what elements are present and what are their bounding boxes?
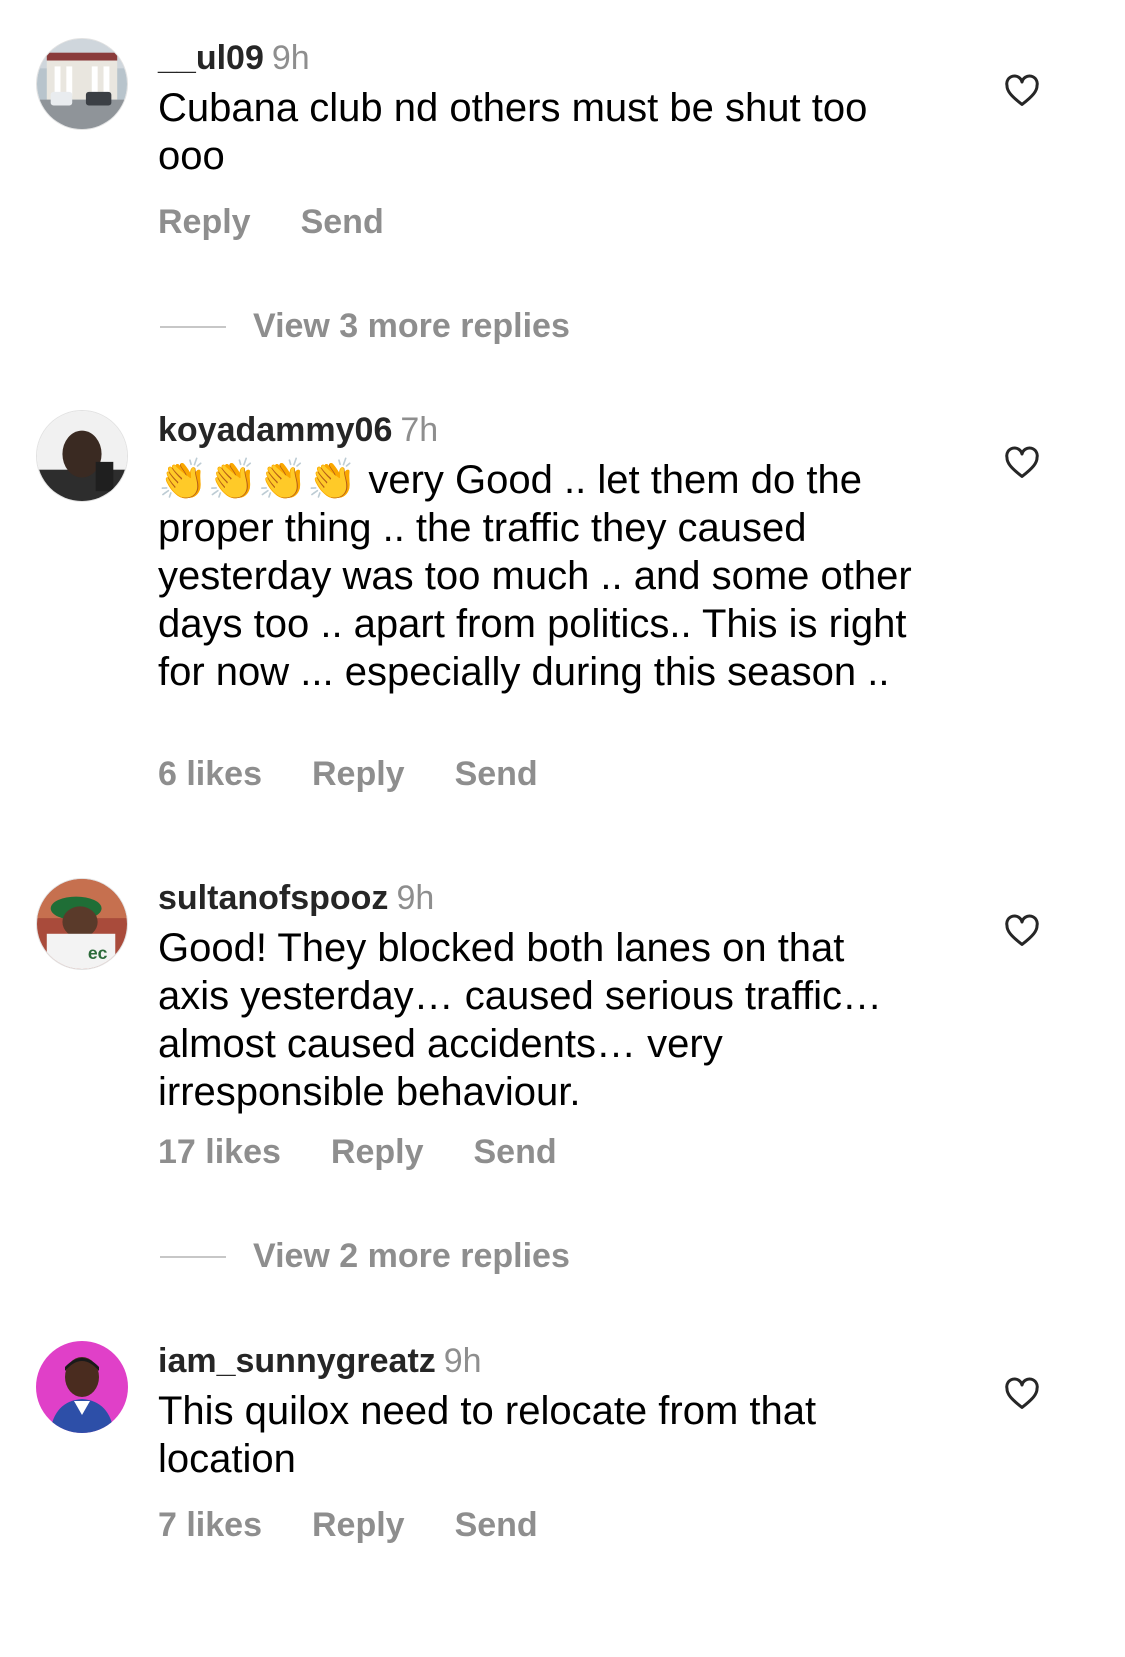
view-more-label: View 3 more replies <box>253 307 570 345</box>
divider <box>160 1256 226 1258</box>
send-button[interactable]: Send <box>473 1133 556 1171</box>
clapping-hands-emoji: 👏👏👏👏 <box>158 458 358 502</box>
comment-username[interactable]: koyadammy06 <box>158 411 392 449</box>
comment-text: 👏👏👏👏 very Good .. let them do the proper… <box>158 456 928 696</box>
reply-button[interactable]: Reply <box>312 755 405 793</box>
send-button[interactable]: Send <box>455 755 538 793</box>
view-more-replies[interactable]: View 3 more replies <box>158 304 758 348</box>
comment-actions: 6 likes Reply Send <box>158 754 588 794</box>
comment-actions: Reply Send <box>158 202 434 242</box>
comment-username[interactable]: __ul09 <box>158 39 264 77</box>
comment-text: Good! They blocked both lanes on that ax… <box>158 926 883 1114</box>
comment-username[interactable]: iam_sunnygreatz <box>158 1342 436 1380</box>
avatar[interactable] <box>36 1341 128 1433</box>
likes-count[interactable]: 6 likes <box>158 755 262 793</box>
divider <box>160 326 226 328</box>
avatar[interactable]: ec <box>36 878 128 970</box>
comment-header: __ul09 9h <box>158 38 310 78</box>
heart-icon[interactable] <box>1003 912 1041 950</box>
comment-header: sultanofspooz 9h <box>158 878 434 918</box>
svg-text:ec: ec <box>88 943 108 963</box>
reply-button[interactable]: Reply <box>331 1133 424 1171</box>
reply-button[interactable]: Reply <box>158 203 251 241</box>
view-more-label: View 2 more replies <box>253 1237 570 1275</box>
comment-text: This quilox need to relocate from that l… <box>158 1389 817 1481</box>
heart-icon[interactable] <box>1003 444 1041 482</box>
avatar[interactable] <box>36 38 128 130</box>
view-more-replies[interactable]: View 2 more replies <box>158 1234 758 1278</box>
comment-text: Cubana club nd others must be shut too o… <box>158 86 868 178</box>
reply-button[interactable]: Reply <box>312 1506 405 1544</box>
comment-actions: 7 likes Reply Send <box>158 1505 588 1545</box>
comment-timestamp: 9h <box>443 1342 482 1380</box>
comment-timestamp: 7h <box>400 411 439 449</box>
comment-header: iam_sunnygreatz 9h <box>158 1341 482 1381</box>
comment-timestamp: 9h <box>396 879 435 917</box>
heart-icon[interactable] <box>1003 72 1041 110</box>
comment-actions: 17 likes Reply Send <box>158 1132 607 1172</box>
likes-count[interactable]: 17 likes <box>158 1133 281 1171</box>
heart-icon[interactable] <box>1003 1375 1041 1413</box>
send-button[interactable]: Send <box>301 203 384 241</box>
comment-username[interactable]: sultanofspooz <box>158 879 388 917</box>
comment-header: koyadammy06 7h <box>158 410 438 450</box>
avatar[interactable] <box>36 410 128 502</box>
likes-count[interactable]: 7 likes <box>158 1506 262 1544</box>
comment-timestamp: 9h <box>271 39 310 77</box>
send-button[interactable]: Send <box>455 1506 538 1544</box>
